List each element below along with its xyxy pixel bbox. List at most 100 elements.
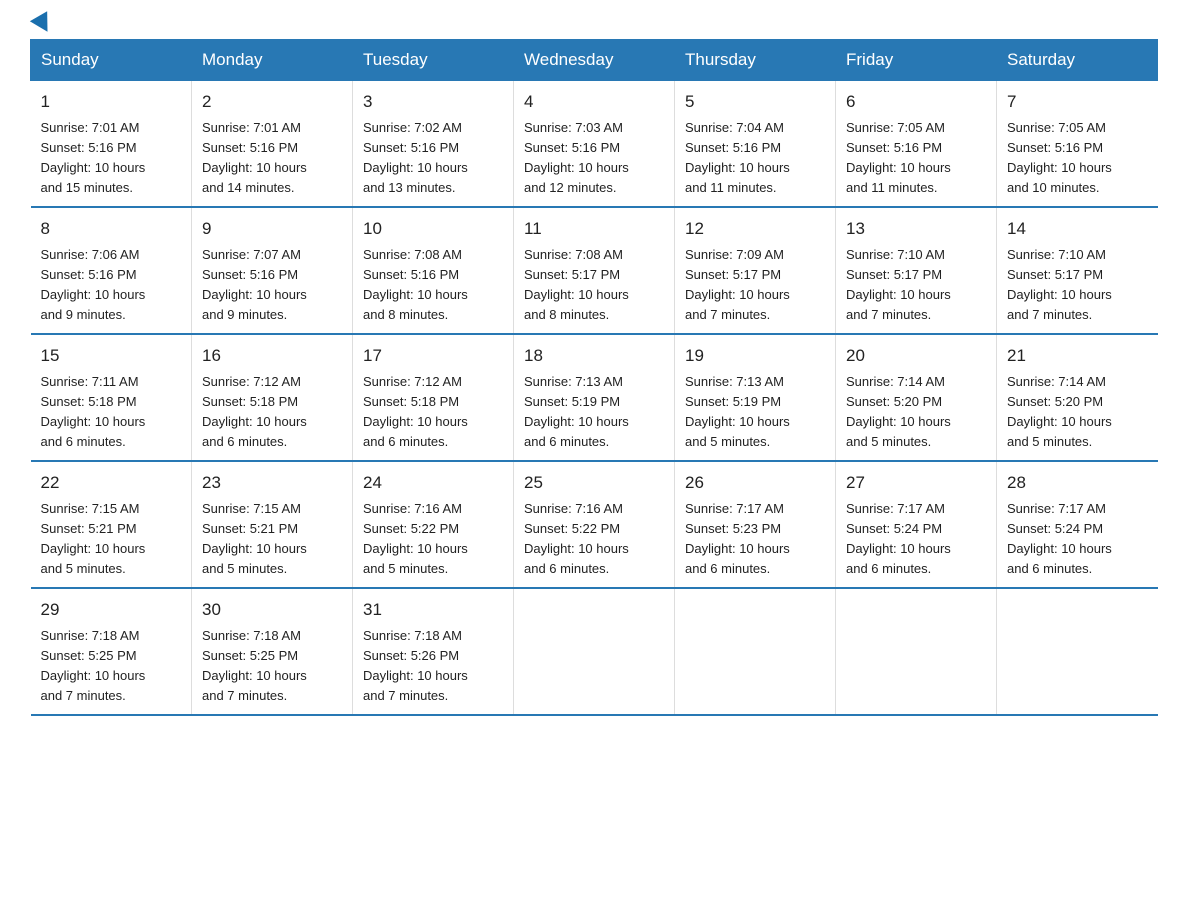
day-info: Sunrise: 7:08 AMSunset: 5:17 PMDaylight:… — [524, 245, 664, 326]
calendar-cell: 30 Sunrise: 7:18 AMSunset: 5:25 PMDaylig… — [192, 588, 353, 715]
calendar-week-row: 15 Sunrise: 7:11 AMSunset: 5:18 PMDaylig… — [31, 334, 1158, 461]
day-info: Sunrise: 7:06 AMSunset: 5:16 PMDaylight:… — [41, 245, 182, 326]
calendar-week-row: 29 Sunrise: 7:18 AMSunset: 5:25 PMDaylig… — [31, 588, 1158, 715]
day-info: Sunrise: 7:16 AMSunset: 5:22 PMDaylight:… — [363, 499, 503, 580]
calendar-cell: 24 Sunrise: 7:16 AMSunset: 5:22 PMDaylig… — [353, 461, 514, 588]
day-number: 2 — [202, 89, 342, 115]
day-number: 29 — [41, 597, 182, 623]
day-info: Sunrise: 7:07 AMSunset: 5:16 PMDaylight:… — [202, 245, 342, 326]
calendar-cell: 25 Sunrise: 7:16 AMSunset: 5:22 PMDaylig… — [514, 461, 675, 588]
day-info: Sunrise: 7:12 AMSunset: 5:18 PMDaylight:… — [363, 372, 503, 453]
day-info: Sunrise: 7:18 AMSunset: 5:25 PMDaylight:… — [41, 626, 182, 707]
calendar-cell: 22 Sunrise: 7:15 AMSunset: 5:21 PMDaylig… — [31, 461, 192, 588]
header-saturday: Saturday — [997, 40, 1158, 81]
day-info: Sunrise: 7:09 AMSunset: 5:17 PMDaylight:… — [685, 245, 825, 326]
day-number: 20 — [846, 343, 986, 369]
day-number: 22 — [41, 470, 182, 496]
calendar-cell: 10 Sunrise: 7:08 AMSunset: 5:16 PMDaylig… — [353, 207, 514, 334]
day-info: Sunrise: 7:10 AMSunset: 5:17 PMDaylight:… — [1007, 245, 1148, 326]
day-info: Sunrise: 7:11 AMSunset: 5:18 PMDaylight:… — [41, 372, 182, 453]
day-info: Sunrise: 7:03 AMSunset: 5:16 PMDaylight:… — [524, 118, 664, 199]
calendar-cell: 9 Sunrise: 7:07 AMSunset: 5:16 PMDayligh… — [192, 207, 353, 334]
calendar-cell: 7 Sunrise: 7:05 AMSunset: 5:16 PMDayligh… — [997, 81, 1158, 208]
calendar-cell: 21 Sunrise: 7:14 AMSunset: 5:20 PMDaylig… — [997, 334, 1158, 461]
day-info: Sunrise: 7:04 AMSunset: 5:16 PMDaylight:… — [685, 118, 825, 199]
day-number: 3 — [363, 89, 503, 115]
day-number: 19 — [685, 343, 825, 369]
day-number: 6 — [846, 89, 986, 115]
calendar-header-row: SundayMondayTuesdayWednesdayThursdayFrid… — [31, 40, 1158, 81]
day-info: Sunrise: 7:13 AMSunset: 5:19 PMDaylight:… — [685, 372, 825, 453]
day-number: 28 — [1007, 470, 1148, 496]
header-thursday: Thursday — [675, 40, 836, 81]
day-info: Sunrise: 7:14 AMSunset: 5:20 PMDaylight:… — [846, 372, 986, 453]
day-info: Sunrise: 7:05 AMSunset: 5:16 PMDaylight:… — [1007, 118, 1148, 199]
header-tuesday: Tuesday — [353, 40, 514, 81]
page-header — [30, 20, 1158, 29]
calendar-cell: 28 Sunrise: 7:17 AMSunset: 5:24 PMDaylig… — [997, 461, 1158, 588]
day-number: 24 — [363, 470, 503, 496]
header-friday: Friday — [836, 40, 997, 81]
calendar-cell: 29 Sunrise: 7:18 AMSunset: 5:25 PMDaylig… — [31, 588, 192, 715]
day-number: 21 — [1007, 343, 1148, 369]
day-number: 27 — [846, 470, 986, 496]
day-info: Sunrise: 7:05 AMSunset: 5:16 PMDaylight:… — [846, 118, 986, 199]
day-info: Sunrise: 7:18 AMSunset: 5:26 PMDaylight:… — [363, 626, 503, 707]
calendar-cell: 4 Sunrise: 7:03 AMSunset: 5:16 PMDayligh… — [514, 81, 675, 208]
calendar-week-row: 1 Sunrise: 7:01 AMSunset: 5:16 PMDayligh… — [31, 81, 1158, 208]
calendar-cell — [675, 588, 836, 715]
day-info: Sunrise: 7:12 AMSunset: 5:18 PMDaylight:… — [202, 372, 342, 453]
header-monday: Monday — [192, 40, 353, 81]
day-info: Sunrise: 7:02 AMSunset: 5:16 PMDaylight:… — [363, 118, 503, 199]
day-info: Sunrise: 7:10 AMSunset: 5:17 PMDaylight:… — [846, 245, 986, 326]
logo-triangle-icon — [30, 11, 56, 37]
calendar-week-row: 22 Sunrise: 7:15 AMSunset: 5:21 PMDaylig… — [31, 461, 1158, 588]
day-info: Sunrise: 7:18 AMSunset: 5:25 PMDaylight:… — [202, 626, 342, 707]
day-number: 17 — [363, 343, 503, 369]
day-number: 7 — [1007, 89, 1148, 115]
day-info: Sunrise: 7:17 AMSunset: 5:23 PMDaylight:… — [685, 499, 825, 580]
day-number: 8 — [41, 216, 182, 242]
day-number: 30 — [202, 597, 342, 623]
day-number: 18 — [524, 343, 664, 369]
day-info: Sunrise: 7:14 AMSunset: 5:20 PMDaylight:… — [1007, 372, 1148, 453]
calendar-cell: 31 Sunrise: 7:18 AMSunset: 5:26 PMDaylig… — [353, 588, 514, 715]
calendar-cell: 20 Sunrise: 7:14 AMSunset: 5:20 PMDaylig… — [836, 334, 997, 461]
calendar-cell: 14 Sunrise: 7:10 AMSunset: 5:17 PMDaylig… — [997, 207, 1158, 334]
calendar-cell: 2 Sunrise: 7:01 AMSunset: 5:16 PMDayligh… — [192, 81, 353, 208]
day-number: 9 — [202, 216, 342, 242]
calendar-cell: 1 Sunrise: 7:01 AMSunset: 5:16 PMDayligh… — [31, 81, 192, 208]
day-number: 10 — [363, 216, 503, 242]
calendar-cell — [997, 588, 1158, 715]
day-info: Sunrise: 7:16 AMSunset: 5:22 PMDaylight:… — [524, 499, 664, 580]
day-info: Sunrise: 7:17 AMSunset: 5:24 PMDaylight:… — [1007, 499, 1148, 580]
day-number: 25 — [524, 470, 664, 496]
calendar-cell — [514, 588, 675, 715]
day-number: 5 — [685, 89, 825, 115]
day-number: 1 — [41, 89, 182, 115]
day-number: 11 — [524, 216, 664, 242]
calendar-cell: 26 Sunrise: 7:17 AMSunset: 5:23 PMDaylig… — [675, 461, 836, 588]
calendar-cell: 6 Sunrise: 7:05 AMSunset: 5:16 PMDayligh… — [836, 81, 997, 208]
calendar-week-row: 8 Sunrise: 7:06 AMSunset: 5:16 PMDayligh… — [31, 207, 1158, 334]
calendar-cell — [836, 588, 997, 715]
calendar-cell: 23 Sunrise: 7:15 AMSunset: 5:21 PMDaylig… — [192, 461, 353, 588]
calendar-table: SundayMondayTuesdayWednesdayThursdayFrid… — [30, 39, 1158, 716]
day-number: 4 — [524, 89, 664, 115]
day-number: 13 — [846, 216, 986, 242]
day-number: 31 — [363, 597, 503, 623]
day-info: Sunrise: 7:13 AMSunset: 5:19 PMDaylight:… — [524, 372, 664, 453]
logo — [30, 20, 53, 29]
calendar-cell: 16 Sunrise: 7:12 AMSunset: 5:18 PMDaylig… — [192, 334, 353, 461]
calendar-cell: 15 Sunrise: 7:11 AMSunset: 5:18 PMDaylig… — [31, 334, 192, 461]
day-number: 12 — [685, 216, 825, 242]
calendar-cell: 27 Sunrise: 7:17 AMSunset: 5:24 PMDaylig… — [836, 461, 997, 588]
day-number: 16 — [202, 343, 342, 369]
header-sunday: Sunday — [31, 40, 192, 81]
day-info: Sunrise: 7:15 AMSunset: 5:21 PMDaylight:… — [41, 499, 182, 580]
day-info: Sunrise: 7:01 AMSunset: 5:16 PMDaylight:… — [41, 118, 182, 199]
calendar-cell: 5 Sunrise: 7:04 AMSunset: 5:16 PMDayligh… — [675, 81, 836, 208]
calendar-cell: 19 Sunrise: 7:13 AMSunset: 5:19 PMDaylig… — [675, 334, 836, 461]
calendar-cell: 18 Sunrise: 7:13 AMSunset: 5:19 PMDaylig… — [514, 334, 675, 461]
day-number: 26 — [685, 470, 825, 496]
